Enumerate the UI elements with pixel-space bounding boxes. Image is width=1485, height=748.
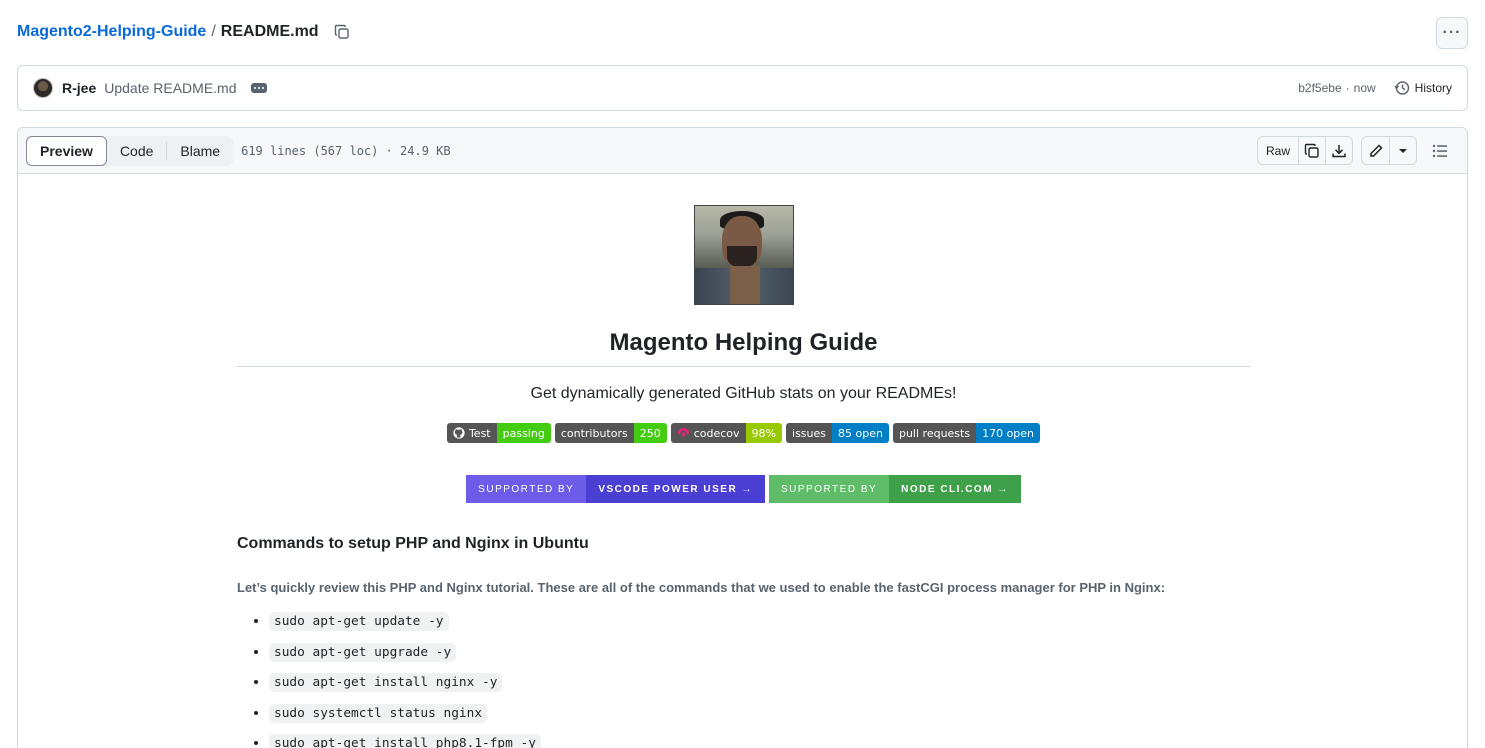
command-code: sudo systemctl status nginx <box>269 703 488 723</box>
breadcrumb-separator: / <box>211 23 216 40</box>
breadcrumb-file-name: README.md <box>220 23 319 40</box>
profile-image[interactable] <box>693 205 794 305</box>
list-item: sudo systemctl status nginx <box>269 701 1250 726</box>
triangle-down-icon <box>1399 148 1407 153</box>
tab-blame[interactable]: Blame <box>167 136 233 166</box>
history-icon <box>1394 81 1409 95</box>
badge-pull-requests-label: pull requests <box>892 423 977 443</box>
badge-codecov-value: 98% <box>745 423 783 443</box>
badge-contributors-value: 250 <box>633 423 667 443</box>
edit-actions-group <box>1361 136 1417 165</box>
copy-icon <box>1304 143 1319 158</box>
raw-actions-group: Raw <box>1257 136 1353 165</box>
badge-issues-label: issues <box>786 423 833 443</box>
badge-row: Test passing contributors 250 codecov 98… <box>237 423 1250 443</box>
command-code: sudo apt-get upgrade -y <box>269 642 457 662</box>
list-item: sudo apt-get upgrade -y <box>269 640 1250 665</box>
badge-issues-value: 85 open <box>832 423 889 443</box>
vscode-banner-right: VSCODE POWER USER → <box>586 475 765 503</box>
vscode-banner-left: SUPPORTED BY <box>466 475 587 503</box>
command-list: sudo apt-get update -y sudo apt-get upgr… <box>237 609 1250 748</box>
raw-button[interactable]: Raw <box>1258 137 1298 164</box>
badge-codecov[interactable]: codecov 98% <box>670 423 783 443</box>
history-button[interactable]: History <box>1394 80 1452 96</box>
pencil-icon <box>1369 143 1383 157</box>
file-viewer: Preview Code Blame 619 lines (567 loc) ·… <box>17 127 1468 748</box>
section-intro: Let’s quickly review this PHP and Nginx … <box>237 580 1166 595</box>
list-item: sudo apt-get update -y <box>269 609 1250 634</box>
commit-details-toggle-icon[interactable] <box>250 83 267 93</box>
view-mode-toggle: Preview Code Blame <box>26 135 234 166</box>
section-heading: Commands to setup PHP and Nginx in Ubunt… <box>237 535 589 552</box>
list-item: sudo apt-get install nginx -y <box>269 670 1250 695</box>
commit-message[interactable]: Update README.md <box>104 80 236 96</box>
file-path-bar: Magento2-Helping-Guide / README.md ··· <box>17 17 1468 49</box>
badge-issues[interactable]: issues 85 open <box>786 423 889 443</box>
sponsor-banners: SUPPORTED BY VSCODE POWER USER → SUPPORT… <box>237 475 1250 503</box>
edit-button[interactable] <box>1362 137 1389 164</box>
badge-test-label: Test <box>468 426 491 440</box>
file-info: 619 lines (567 loc) · 24.9 KB <box>241 143 451 158</box>
copy-path-icon[interactable] <box>333 23 351 41</box>
command-code: sudo apt-get install nginx -y <box>269 673 503 692</box>
commit-time: now <box>1353 81 1376 95</box>
edit-dropdown-button[interactable] <box>1389 137 1416 164</box>
download-button[interactable] <box>1325 137 1352 164</box>
command-code: sudo apt-get install php8.1-fpm -y <box>269 734 541 748</box>
vscode-power-user-banner[interactable]: SUPPORTED BY VSCODE POWER USER → <box>466 475 765 503</box>
outline-button[interactable] <box>1425 136 1455 165</box>
tab-preview[interactable]: Preview <box>26 135 107 166</box>
latest-commit-bar: R-jee Update README.md b2f5ebe · now His… <box>17 65 1468 111</box>
github-icon <box>453 427 465 439</box>
download-icon <box>1332 144 1346 157</box>
author-avatar[interactable] <box>33 78 53 98</box>
file-header: Preview Code Blame 619 lines (567 loc) ·… <box>18 128 1467 174</box>
more-options-button[interactable]: ··· <box>1436 17 1468 49</box>
badge-test-value: passing <box>496 423 551 443</box>
list-item: sudo apt-get install php8.1-fpm -y <box>269 731 1250 748</box>
readme-title: Magento Helping Guide <box>237 329 1250 367</box>
node-cli-banner[interactable]: SUPPORTED BY NODE CLI.COM → <box>768 475 1021 503</box>
readme-article: Magento Helping Guide Get dynamically ge… <box>237 174 1250 748</box>
list-icon <box>1432 144 1447 157</box>
history-label: History <box>1414 81 1452 95</box>
badge-pull-requests[interactable]: pull requests 170 open <box>892 423 1041 443</box>
codecov-icon <box>677 428 689 438</box>
commit-time-separator: · <box>1345 81 1350 95</box>
node-banner-right: NODE CLI.COM → <box>889 475 1021 503</box>
commit-author[interactable]: R-jee <box>62 80 96 96</box>
badge-codecov-label: codecov <box>693 426 740 440</box>
readme-tagline: Get dynamically generated GitHub stats o… <box>530 385 957 402</box>
commit-sha[interactable]: b2f5ebe <box>1298 81 1341 95</box>
tab-code[interactable]: Code <box>107 136 166 166</box>
copy-raw-button[interactable] <box>1298 137 1325 164</box>
badge-contributors-label: contributors <box>554 423 634 443</box>
command-code: sudo apt-get update -y <box>269 612 449 631</box>
badge-pull-requests-value: 170 open <box>976 423 1041 443</box>
node-banner-left: SUPPORTED BY <box>768 475 890 503</box>
breadcrumb-repo-link[interactable]: Magento2-Helping-Guide <box>17 23 206 41</box>
badge-test[interactable]: Test passing <box>446 423 551 443</box>
badge-contributors[interactable]: contributors 250 <box>554 423 667 443</box>
